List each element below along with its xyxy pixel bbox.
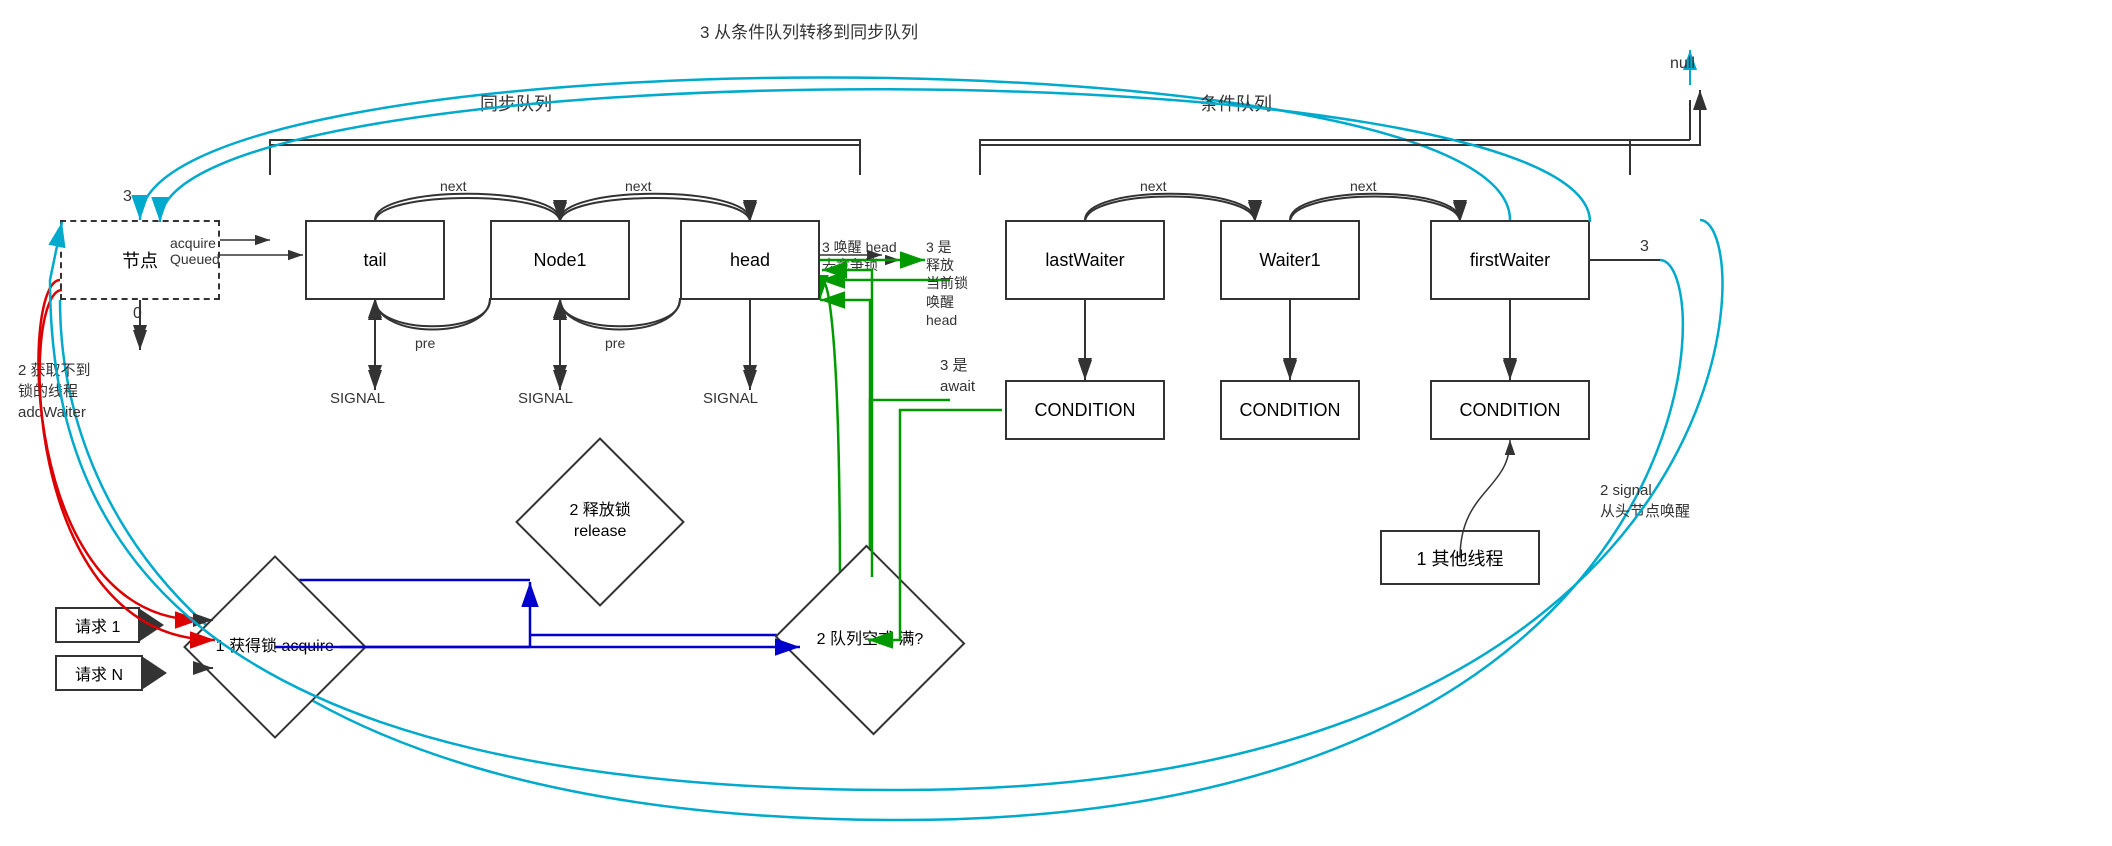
condition-queue-label: 条件队列 xyxy=(1200,90,1272,116)
node1-node: Node1 xyxy=(490,220,630,300)
signal-node1-label: SIGNAL xyxy=(518,390,573,407)
next-last-w1-label: next xyxy=(1140,178,1166,194)
node-0-label: 0 xyxy=(133,305,142,323)
signal-head-label: SIGNAL xyxy=(703,390,758,407)
sync-queue-label: 同步队列 xyxy=(480,90,552,116)
requestN-label: 请求 N xyxy=(55,655,143,691)
release-head-label: 3 是释放当前锁唤醒head xyxy=(926,238,968,329)
signal-from-head-label: 2 signal从头节点唤醒 xyxy=(1600,480,1690,522)
other-thread-box: 1 其他线程 xyxy=(1380,530,1540,585)
head-label: head xyxy=(730,250,770,271)
tail-label: tail xyxy=(363,250,386,271)
queue-check-label: 2 队列空或 满? xyxy=(817,630,924,651)
last-waiter-node: lastWaiter xyxy=(1005,220,1165,300)
sync-3-label: 3 xyxy=(123,188,132,206)
requestN-arrowhead xyxy=(143,657,167,689)
null-label: null xyxy=(1670,55,1695,73)
request1-arrowhead xyxy=(140,609,164,641)
pre-head-node1-label: pre xyxy=(605,335,625,351)
request1-label: 请求 1 xyxy=(55,607,140,643)
condition-first-box: CONDITION xyxy=(1430,380,1590,440)
first-waiter-node: firstWaiter xyxy=(1430,220,1590,300)
thread2-label: 2 获取不到锁的线程addWaiter xyxy=(18,360,91,423)
other-thread-label: 1 其他线程 xyxy=(1416,545,1503,571)
requestN-arrow: 请求 N xyxy=(55,655,167,691)
condition-last-box: CONDITION xyxy=(1005,380,1165,440)
condition-waiter1-box: CONDITION xyxy=(1220,380,1360,440)
next-w1-first-label: next xyxy=(1350,178,1376,194)
condition-waiter1-label: CONDITION xyxy=(1240,400,1341,421)
acquire-queued-label: acquire Queued xyxy=(170,235,220,267)
request1-arrow: 请求 1 xyxy=(55,607,164,643)
condition-last-label: CONDITION xyxy=(1035,400,1136,421)
node1-label: Node1 xyxy=(533,250,586,271)
pre-node1-tail-label: pre xyxy=(415,335,435,351)
next-node1-head-label: next xyxy=(625,178,651,194)
top-arc-label: 3 从条件队列转移到同步队列 xyxy=(700,18,918,43)
wake-label: 3 唤醒 head去竞争锁 xyxy=(822,238,897,274)
waiter1-label: Waiter1 xyxy=(1259,250,1320,271)
head-node: head xyxy=(680,220,820,300)
await-label: 3 是await xyxy=(940,355,975,397)
first-waiter-label: firstWaiter xyxy=(1470,250,1550,271)
signal-tail-label: SIGNAL xyxy=(330,390,385,407)
node-dashed-label: 节点 xyxy=(122,247,158,273)
acquire-label: 1 获得锁 acquire xyxy=(216,637,334,658)
next-tail-node1-label: next xyxy=(440,178,466,194)
condition-first-label: CONDITION xyxy=(1460,400,1561,421)
tail-node: tail xyxy=(305,220,445,300)
last-waiter-label: lastWaiter xyxy=(1045,250,1124,271)
waiter1-node: Waiter1 xyxy=(1220,220,1360,300)
release-label: 2 释放锁 release xyxy=(542,501,658,543)
cond-3-label: 3 xyxy=(1640,238,1649,256)
